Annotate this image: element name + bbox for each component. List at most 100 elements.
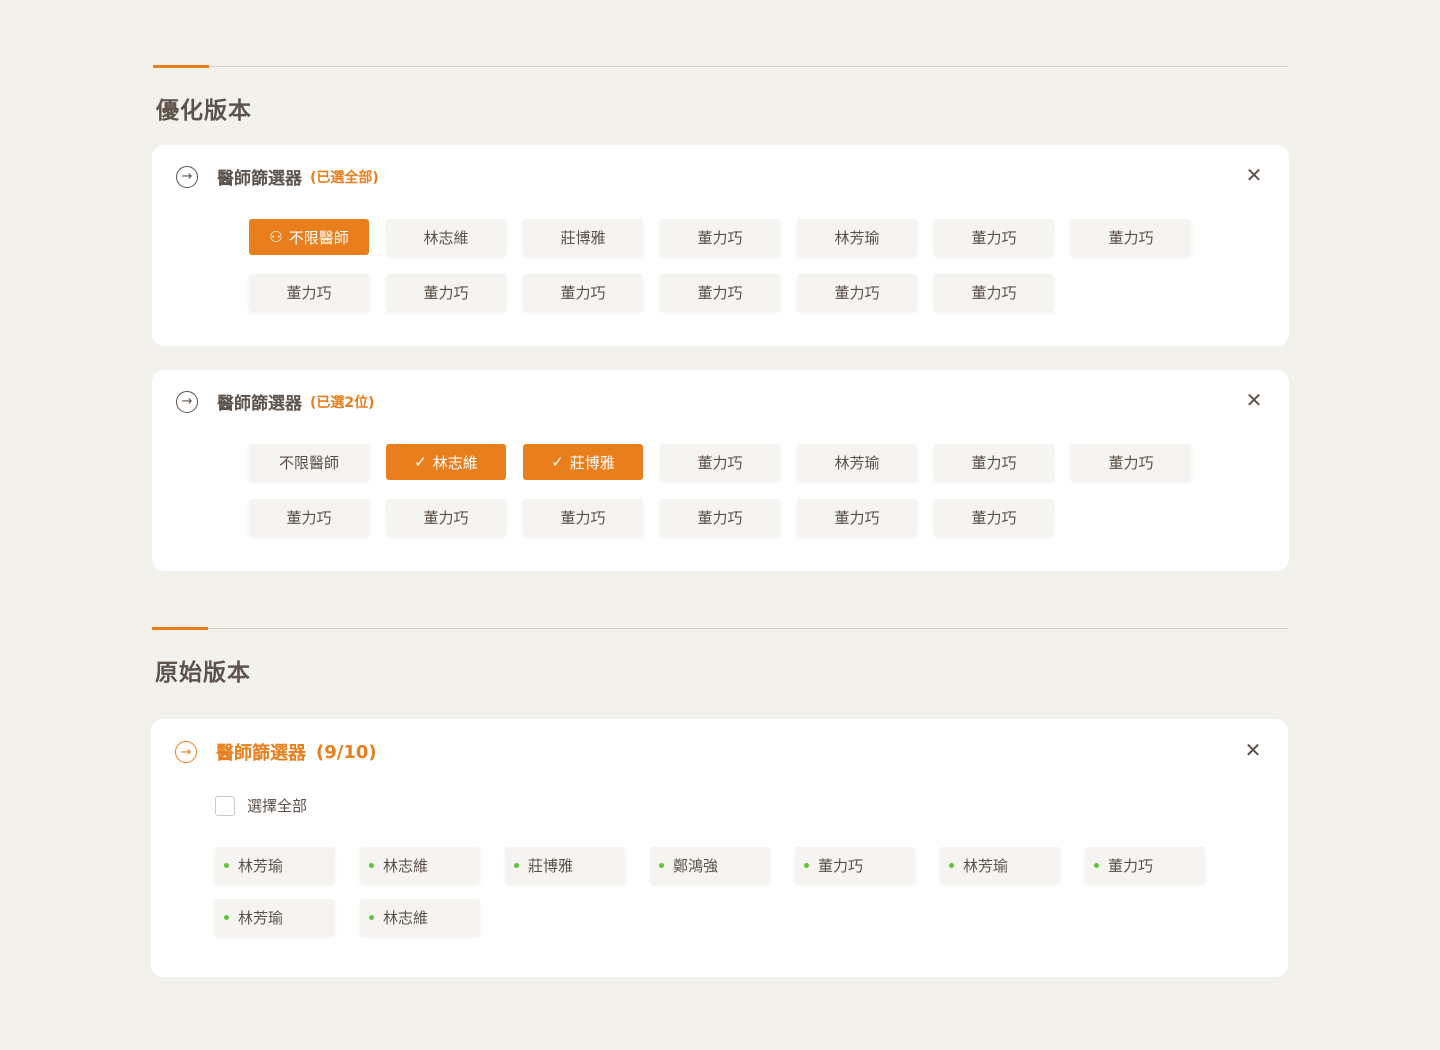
status-dot-icon [369, 862, 374, 868]
doctor-chip-label: 董力巧 [697, 508, 743, 527]
doctor-chip[interactable]: 董力巧 [523, 274, 643, 310]
card-header: → 醫師篩選器 (已選2位) [176, 389, 375, 414]
doctor-tag[interactable]: 林志維 [360, 899, 480, 935]
doctor-tag-label: 林志維 [383, 908, 429, 927]
doctor-tag-label: 林芳瑜 [238, 908, 284, 927]
doctor-tag-label: 林芳瑜 [238, 856, 284, 875]
close-icon[interactable]: ✕ [1242, 739, 1264, 761]
doctor-chip-label: 董力巧 [834, 283, 880, 302]
doctor-chip[interactable]: 董力巧 [797, 499, 917, 535]
doctor-chip-grid: ⚇ 不限醫師 林志維 莊博雅 董力巧 林芳瑜 董力巧 董力巧 董力巧 董力巧 董力巧 董力巧 董力巧 董力… [249, 219, 1191, 310]
status-dot-icon [514, 862, 519, 868]
doctor-chip-label: 林志維 [423, 228, 469, 247]
doctor-chip[interactable]: 林芳瑜 [797, 444, 917, 480]
card-header: → 醫師篩選器 (9/10) [175, 739, 377, 765]
arrow-right-circle-icon[interactable]: → [176, 390, 198, 413]
doctor-chip[interactable]: 董力巧 [934, 499, 1054, 535]
doctor-chip[interactable]: ✓ 莊博雅 [523, 444, 643, 480]
close-icon[interactable]: ✕ [1243, 389, 1265, 411]
doctor-chip[interactable]: 董力巧 [386, 274, 506, 310]
doctor-chip[interactable]: 董力巧 [386, 499, 506, 535]
doctor-chip-label: 莊博雅 [569, 453, 615, 472]
doctor-chip[interactable]: 董力巧 [1071, 444, 1191, 480]
select-all-control[interactable]: 選擇全部 [215, 795, 307, 816]
status-dot-icon [949, 862, 954, 868]
arrow-right-circle-icon[interactable]: → [175, 741, 197, 763]
doctor-chip[interactable]: ⚇ 不限醫師 [249, 219, 369, 255]
doctor-chip[interactable]: 董力巧 [934, 444, 1054, 480]
doctor-chip-grid: 不限醫師 ✓ 林志維 ✓ 莊博雅 董力巧 林芳瑜 董力巧 董力巧 董力巧 董力巧 董力巧 董力巧 董力巧董… [249, 444, 1191, 535]
doctor-chip-label: 董力巧 [1108, 453, 1154, 472]
doctor-chip[interactable]: 董力巧 [660, 274, 780, 310]
status-dot-icon [659, 862, 664, 868]
card-header: → 醫師篩選器 (已選全部) [176, 164, 379, 189]
arrow-right-circle-icon[interactable]: → [176, 165, 198, 188]
status-dot-icon [224, 914, 229, 920]
doctor-tag-label: 董力巧 [1108, 856, 1154, 875]
card-title: 醫師篩選器 [217, 394, 302, 414]
section-divider-original [152, 627, 1288, 630]
doctor-tag-label: 林志維 [383, 856, 429, 875]
close-icon[interactable]: ✕ [1243, 164, 1265, 186]
doctor-chip-label: 董力巧 [1108, 228, 1154, 247]
section-divider-accent [152, 627, 208, 630]
doctor-chip-label: 不限醫師 [288, 228, 349, 247]
doctor-tag[interactable]: 林志維 [360, 847, 480, 883]
status-dot-icon [804, 862, 809, 868]
doctor-chip-label: 董力巧 [423, 508, 469, 527]
doctor-chip-label: 董力巧 [971, 453, 1017, 472]
doctor-chip-label: 莊博雅 [560, 228, 606, 247]
doctor-chip[interactable]: 董力巧 [660, 444, 780, 480]
doctor-chip-label: 董力巧 [834, 508, 880, 527]
selection-count: (已選全部) [310, 169, 379, 186]
section-divider-accent [153, 65, 209, 68]
doctor-filter-card-all: → 醫師篩選器 (已選全部) ✕ ⚇ 不限醫師 林志維 莊博雅 董力巧 林芳瑜 董力巧 董力巧… [152, 145, 1289, 346]
doctor-tag[interactable]: 林芳瑜 [940, 847, 1060, 883]
doctor-chip[interactable]: 董力巧 [523, 499, 643, 535]
doctor-chip[interactable]: 董力巧 [934, 274, 1054, 310]
doctor-chip-label: 董力巧 [560, 283, 606, 302]
doctor-chip-label: 董力巧 [971, 508, 1017, 527]
doctor-chip-label: 董力巧 [971, 283, 1017, 302]
doctor-chip[interactable]: ✓ 林志維 [386, 444, 506, 480]
check-icon: ✓ [551, 453, 564, 471]
doctor-tag-label: 董力巧 [818, 856, 864, 875]
doctor-tag[interactable]: 林芳瑜 [215, 899, 335, 935]
selection-count: (已選2位) [310, 394, 375, 411]
doctor-chip-label: 董力巧 [560, 508, 606, 527]
select-all-checkbox[interactable] [215, 795, 235, 816]
doctor-chip[interactable]: 董力巧 [797, 274, 917, 310]
doctor-tag[interactable]: 鄭鴻強 [650, 847, 770, 883]
section-title-original: 原始版本 [155, 660, 251, 686]
doctor-chip[interactable]: 林芳瑜 [797, 219, 917, 255]
doctor-chip-label: 董力巧 [286, 508, 332, 527]
doctor-chip[interactable]: 莊博雅 [523, 219, 643, 255]
doctor-tag[interactable]: 董力巧 [1085, 847, 1205, 883]
doctor-chip-label: 不限醫師 [278, 453, 339, 472]
check-icon: ✓ [414, 453, 427, 471]
doctor-chip-label: 董力巧 [697, 228, 743, 247]
selection-count: (9/10) [316, 741, 377, 763]
status-dot-icon [1094, 862, 1099, 868]
doctor-tag-label: 鄭鴻強 [673, 856, 719, 875]
doctor-chip-label: 林芳瑜 [834, 453, 880, 472]
doctor-chip-label: 董力巧 [971, 228, 1017, 247]
doctor-tag[interactable]: 林芳瑜 [215, 847, 335, 883]
doctor-chip-label: 董力巧 [286, 283, 332, 302]
doctor-chip[interactable]: 不限醫師 [249, 444, 369, 480]
users-icon: ⚇ [269, 228, 283, 246]
doctor-tag[interactable]: 董力巧 [795, 847, 915, 883]
doctor-filter-card-partial: → 醫師篩選器 (已選2位) ✕ 不限醫師 ✓ 林志維 ✓ 莊博雅 董力巧 林芳瑜 董力巧 董力… [152, 370, 1289, 571]
doctor-chip[interactable]: 董力巧 [660, 499, 780, 535]
card-title: 醫師篩選器 [217, 169, 302, 189]
section-title-optimized: 優化版本 [156, 98, 252, 124]
selected-doctor-tags: 林芳瑜 林志維 莊博雅 鄭鴻強 董力巧 林芳瑜 董力巧 林芳瑜 林志維 [215, 847, 1205, 935]
doctor-tag[interactable]: 莊博雅 [505, 847, 625, 883]
doctor-chip[interactable]: 林志維 [386, 219, 506, 255]
doctor-chip[interactable]: 董力巧 [249, 499, 369, 535]
doctor-chip[interactable]: 董力巧 [660, 219, 780, 255]
doctor-chip[interactable]: 董力巧 [1071, 219, 1191, 255]
doctor-chip[interactable]: 董力巧 [249, 274, 369, 310]
doctor-tag-label: 林芳瑜 [963, 856, 1009, 875]
doctor-chip[interactable]: 董力巧 [934, 219, 1054, 255]
